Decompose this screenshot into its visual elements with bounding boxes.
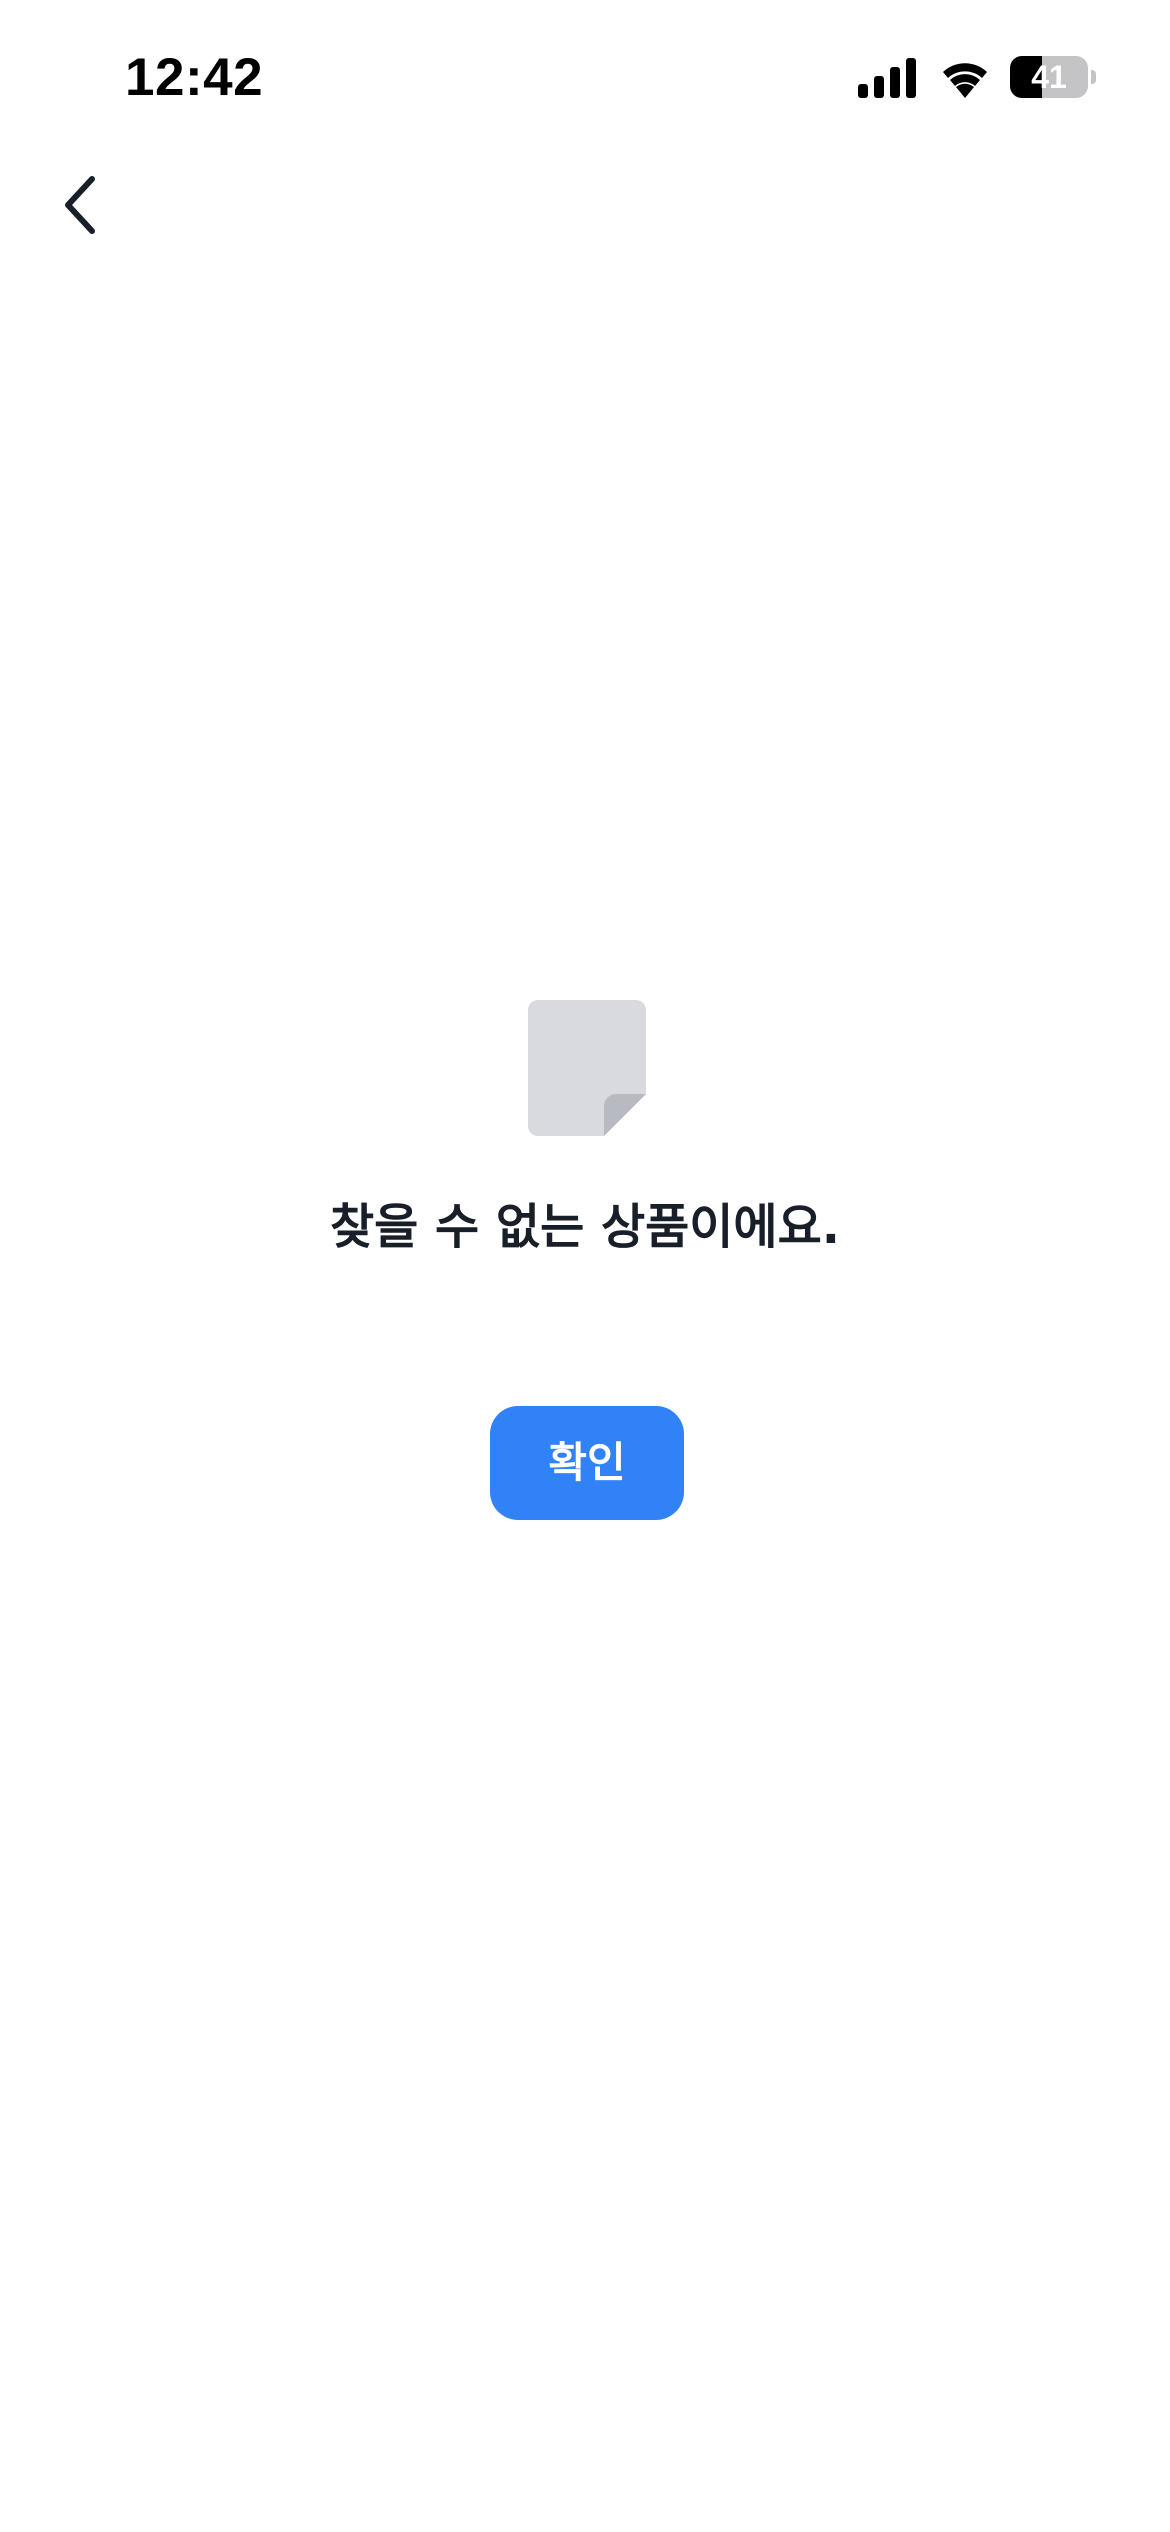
confirm-button[interactable]: 확인 <box>490 1406 684 1520</box>
empty-message: 찾을 수 없는 상품이에요. <box>330 1199 840 1255</box>
status-bar: 12:42 41 <box>0 0 1170 150</box>
back-button[interactable] <box>40 160 120 250</box>
cellular-signal-icon <box>858 58 916 98</box>
battery-icon: 41 <box>1010 56 1096 98</box>
battery-percentage: 41 <box>1031 59 1067 95</box>
status-time: 12:42 <box>125 48 264 107</box>
battery-tip <box>1091 70 1096 84</box>
battery-body: 41 <box>1010 56 1088 98</box>
document-icon <box>528 1000 646 1136</box>
chevron-left-icon <box>65 176 95 234</box>
wifi-icon <box>943 63 987 98</box>
